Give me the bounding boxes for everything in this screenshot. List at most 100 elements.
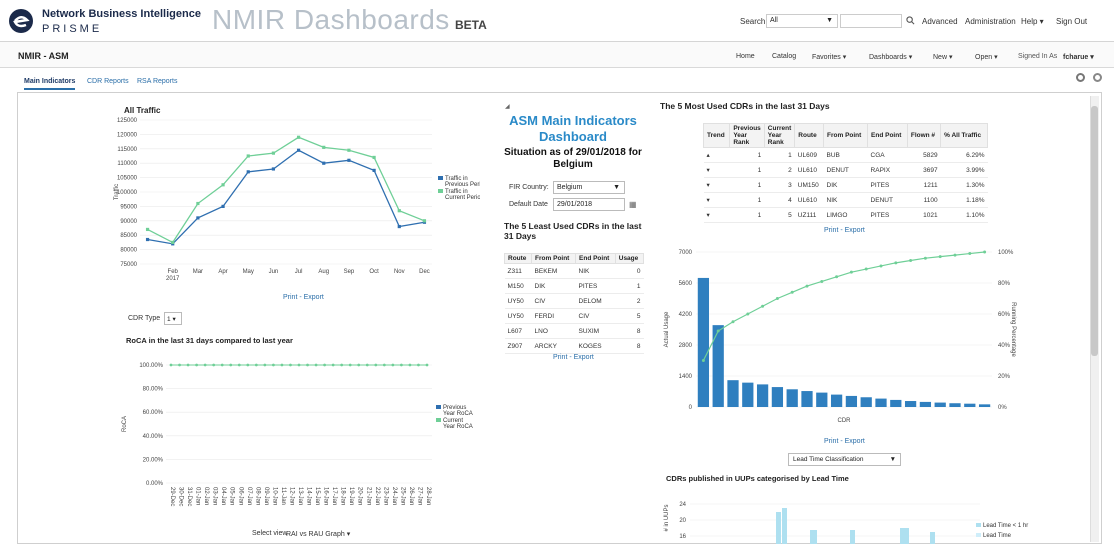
data-point — [169, 363, 173, 367]
collapse-arrow-icon[interactable]: ◢ — [505, 103, 510, 110]
table-cell: DENUT — [823, 162, 868, 178]
data-point — [145, 227, 150, 232]
data-point — [425, 363, 429, 367]
sign-out-link[interactable]: Sign Out — [1056, 17, 1087, 26]
column-header[interactable]: From Point — [531, 253, 577, 264]
trend-icon: ▾ — [703, 177, 730, 193]
search-input[interactable] — [840, 14, 902, 28]
data-point — [323, 363, 326, 367]
table-row: Z311 BEKEM NIK 0 — [504, 263, 644, 279]
advanced-link[interactable]: Advanced — [922, 17, 958, 26]
table-cell: 1.10% — [940, 207, 988, 223]
default-date-input[interactable]: 29/01/2018 — [553, 198, 625, 211]
dashboard-navbar: NMIR - ASM Home Catalog Favorites ▾ Dash… — [0, 42, 1114, 68]
y-tick-label: 120000 — [117, 132, 138, 138]
data-point — [171, 240, 175, 244]
table-cell: L607 — [504, 323, 532, 339]
most-used-header-row: Trend Previous Year Rank Current Year Ra… — [702, 123, 988, 148]
x-tick-label: 16-Jan — [323, 487, 329, 505]
home-link[interactable]: Home — [736, 53, 755, 60]
x-tick-label: Aug — [318, 269, 329, 275]
table-cell: DIK — [531, 278, 576, 294]
new-menu[interactable]: New ▾ — [933, 53, 952, 61]
y-tick-label: 20 — [679, 518, 686, 524]
pareto-print-export-link[interactable]: Print - Export — [824, 438, 865, 445]
column-header[interactable]: Trend — [702, 123, 731, 148]
tab-rsa-reports[interactable]: RSA Reports — [137, 78, 177, 85]
tab-cdr-reports[interactable]: CDR Reports — [87, 78, 129, 85]
open-menu[interactable]: Open ▾ — [975, 53, 998, 61]
least-used-title: The 5 Least Used CDRs in the last 31 Day… — [504, 221, 642, 241]
column-header[interactable]: Flown # — [906, 123, 942, 148]
search-scope-select[interactable]: All ▼ — [766, 14, 838, 28]
search-label: Search — [740, 17, 766, 26]
calendar-icon[interactable]: ▦ — [629, 200, 637, 209]
data-point — [716, 329, 720, 333]
search-icon[interactable] — [906, 16, 915, 25]
legend-swatch — [436, 418, 441, 422]
administration-link[interactable]: Administration — [965, 17, 1016, 26]
favorites-menu[interactable]: Favorites ▾ — [812, 53, 846, 61]
y-tick-label: 80000 — [120, 248, 137, 254]
cdr-type-select[interactable]: 1 ▾ — [164, 312, 182, 325]
bar — [930, 532, 935, 544]
legend-label: Lead Time — [983, 533, 1012, 539]
traffic-print-export-link[interactable]: Print - Export — [283, 294, 324, 301]
table-cell: 5 — [615, 308, 644, 324]
column-header[interactable]: Usage — [614, 253, 645, 264]
column-header[interactable]: End Point — [575, 253, 616, 264]
column-header[interactable]: Route — [503, 253, 533, 264]
catalog-link[interactable]: Catalog — [772, 53, 796, 60]
lead-time-classification-select[interactable]: Lead Time Classification ▼ — [788, 453, 901, 466]
data-point — [938, 255, 942, 259]
tab-main-indicators[interactable]: Main Indicators — [24, 78, 76, 90]
fir-country-select[interactable]: Belgium ▼ — [553, 181, 625, 194]
least-used-print-export-link[interactable]: Print - Export — [553, 354, 594, 361]
table-cell: RAPIX — [867, 162, 908, 178]
data-point — [761, 304, 765, 308]
column-header[interactable]: End Point — [867, 123, 908, 148]
cdr-type-value: 1 — [167, 316, 171, 323]
data-point — [746, 312, 750, 316]
dashboards-menu[interactable]: Dashboards ▾ — [869, 53, 912, 61]
help-icon[interactable] — [1093, 73, 1102, 82]
gear-icon[interactable] — [1076, 73, 1085, 82]
data-point — [254, 363, 258, 367]
bar — [850, 530, 855, 544]
column-header[interactable]: Route — [794, 123, 825, 148]
data-point — [186, 363, 190, 367]
bar — [978, 404, 991, 407]
column-header[interactable]: From Point — [823, 123, 869, 148]
most-used-print-export-link[interactable]: Print - Export — [824, 227, 865, 234]
data-point — [400, 363, 403, 367]
x-axis-label: CDR — [838, 418, 852, 424]
user-menu[interactable]: fcharue ▾ — [1063, 53, 1094, 61]
legend-label: Current Period — [445, 195, 480, 201]
help-menu[interactable]: Help ▾ — [1021, 17, 1044, 26]
bar — [904, 401, 917, 407]
x-tick-label: 14-Jan — [306, 487, 312, 505]
fir-country-label: FIR Country: — [509, 184, 549, 191]
column-header[interactable]: Current Year Rank — [763, 123, 796, 148]
select-view-value: RAI vs RAU Graph — [286, 531, 345, 538]
table-cell: 5829 — [907, 147, 941, 163]
data-point — [864, 267, 868, 271]
legend-swatch — [976, 533, 981, 537]
table-cell: LIMGO — [823, 207, 868, 223]
y-tick-label: 24 — [679, 502, 686, 508]
table-cell: DELOM — [575, 293, 616, 309]
table-cell: PITES — [867, 207, 908, 223]
table-cell: CGA — [867, 147, 908, 163]
data-point — [372, 155, 376, 160]
table-cell: UL610 — [794, 162, 824, 178]
column-header[interactable]: Previous Year Rank — [729, 123, 765, 148]
bar — [816, 392, 828, 407]
table-cell: DENUT — [867, 192, 908, 208]
column-header[interactable]: % All Traffic — [940, 123, 988, 148]
x-tick-label: 13-Jan — [297, 487, 303, 505]
bar — [904, 528, 909, 544]
select-view-dropdown[interactable]: RAI vs RAU Graph ▾ — [286, 530, 350, 538]
bar — [782, 508, 787, 544]
data-point — [196, 201, 200, 206]
scrollbar-thumb[interactable] — [1091, 106, 1098, 356]
